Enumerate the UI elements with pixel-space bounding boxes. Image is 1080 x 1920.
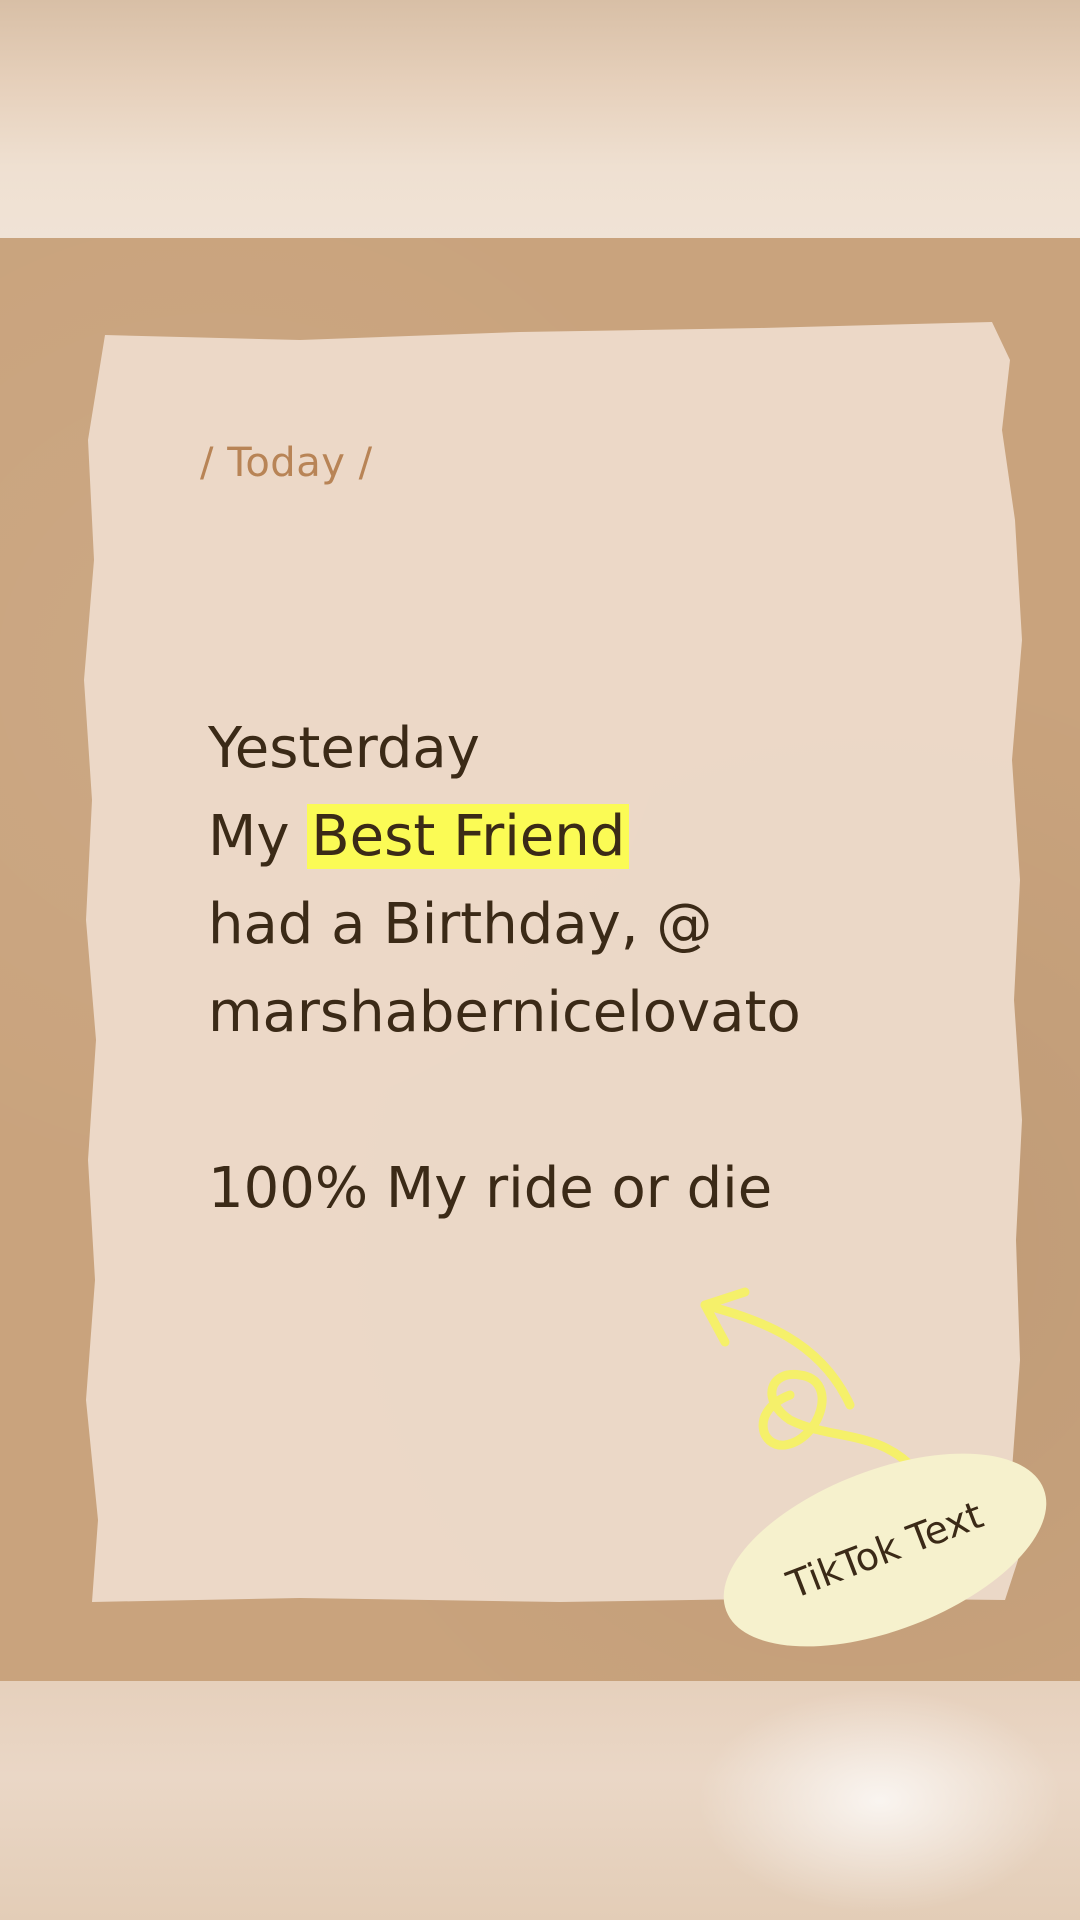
message-line-1: Yesterday bbox=[208, 716, 480, 781]
blurred-bottom-backdrop bbox=[0, 1681, 1080, 1920]
message-line-2: My Best Friend bbox=[208, 793, 1008, 881]
mention-username[interactable]: marshabernicelovato bbox=[208, 969, 1008, 1057]
line-spacer bbox=[208, 1057, 1008, 1145]
message-line-3: had a Birthday, @ bbox=[208, 892, 713, 957]
highlighted-text: Best Friend bbox=[307, 804, 630, 869]
message-line-5: 100% My ride or die bbox=[208, 1156, 773, 1221]
date-label: / Today / bbox=[200, 440, 373, 486]
message-line-2-prefix: My bbox=[208, 804, 308, 869]
note-message: Yesterday My Best Friend had a Birthday,… bbox=[208, 705, 1008, 1233]
sticker-label: TikTok Text bbox=[781, 1492, 989, 1608]
